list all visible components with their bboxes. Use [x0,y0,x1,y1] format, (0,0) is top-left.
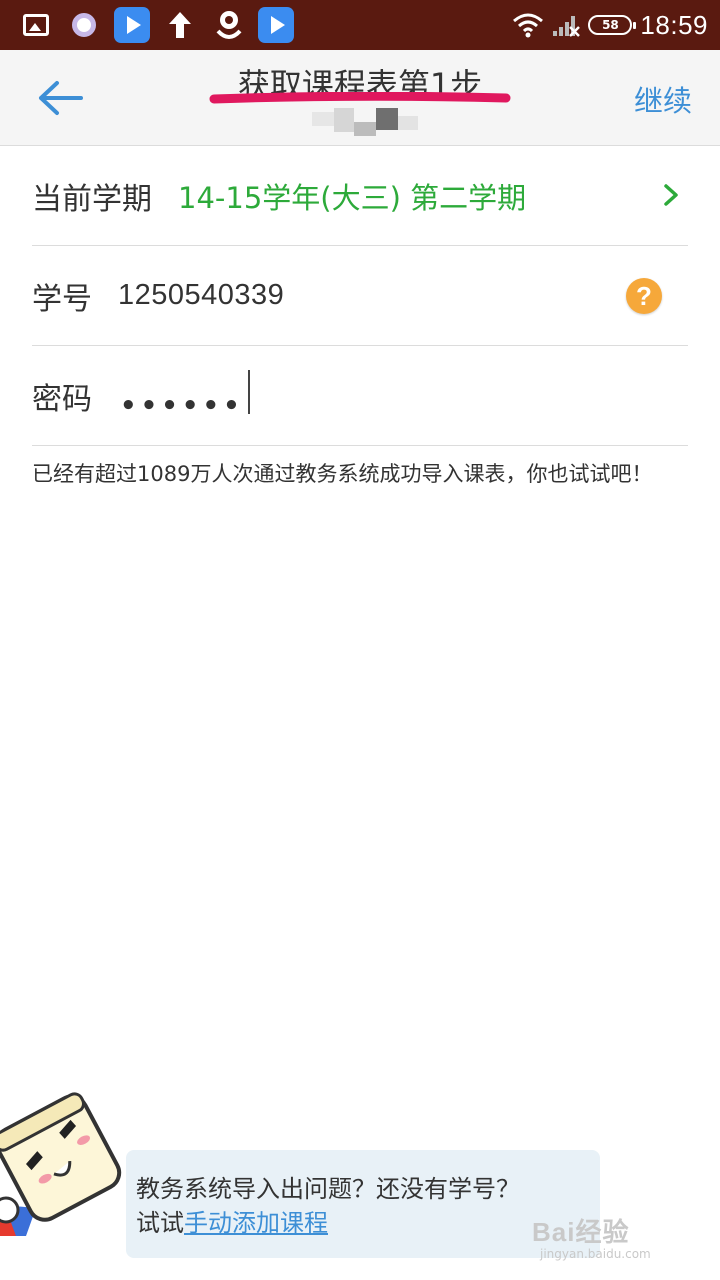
term-selector[interactable]: 当前学期 14-15学年(大三) 第二学期 [32,146,688,246]
redacted-subtitle [312,108,422,136]
back-button[interactable] [30,72,90,124]
student-id-label: 学号 [32,281,92,317]
bubble-line-1: 教务系统导入出问题？还没有学号？ [136,1175,520,1203]
signal-icon [553,16,581,37]
continue-button[interactable]: 继续 [634,78,692,120]
help-icon[interactable]: ? [626,278,662,314]
mascot-illustration [0,1092,122,1236]
gallery-icon [22,8,50,42]
password-label: 密码 [32,381,92,417]
status-bar: 58 18:59 [0,0,720,50]
help-bubble: 教务系统导入出问题？还没有学号？ 试试手动添加课程 [126,1150,600,1258]
manual-add-course-link[interactable]: 手动添加课程 [184,1209,328,1237]
arrow-left-icon [39,81,83,115]
term-value: 14-15学年(大三) 第二学期 [178,180,527,215]
play-app-icon [258,7,294,43]
baidu-jingyan-watermark: Bai经验 jingyan.baidu.com [532,1212,692,1268]
text-caret [247,370,250,414]
chevron-right-icon [664,184,678,206]
info-text: 已经有超过1089万人次通过教务系统成功导入课表，你也试试吧！ [32,462,653,486]
password-field[interactable]: •••••• [120,370,250,421]
battery-icon: 58 [588,15,637,35]
circle-app-icon [70,8,98,42]
password-row: 密码 •••••• [32,346,688,446]
password-dots: •••••• [120,391,244,421]
wifi-icon [513,13,544,38]
watermark-url: jingyan.baidu.com [540,1247,651,1261]
student-id-row: 学号 1250540339 ? [32,246,688,346]
app-screen: 58 18:59 获取课程表第1步 继续 当前学期 14-15学年(大三) 第二… [0,0,720,1280]
bubble-line-2: 试试手动添加课程 [136,1206,590,1240]
title-underline-mark [209,92,511,104]
term-label: 当前学期 [32,181,152,217]
pin-icon [212,8,246,42]
student-id-field[interactable]: 1250540339 [118,279,284,312]
play-app-icon [114,7,150,43]
upload-arrow-icon [164,8,196,42]
watermark-main: Bai经验 [532,1217,630,1247]
bubble-prefix: 试试 [136,1209,184,1237]
clock: 18:59 [640,9,708,40]
